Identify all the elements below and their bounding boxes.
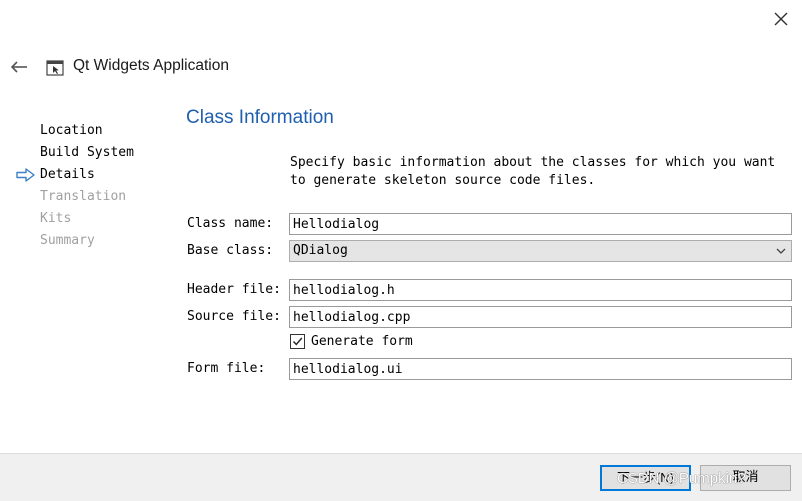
wizard-footer: 下一步(N) 取消	[0, 453, 802, 501]
checkmark-icon	[292, 337, 303, 346]
form-file-input[interactable]	[289, 358, 792, 380]
step-translation: Translation	[14, 186, 174, 208]
step-kits: Kits	[14, 208, 174, 230]
step-details: Details	[14, 164, 174, 186]
base-class-value: QDialog	[293, 243, 348, 258]
arrow-left-icon	[10, 61, 27, 73]
form-file-label: Form file:	[187, 361, 266, 376]
next-button[interactable]: 下一步(N)	[600, 465, 691, 491]
source-file-input[interactable]	[289, 306, 792, 328]
header-file-label: Header file:	[187, 282, 281, 297]
page-title: Class Information	[186, 107, 334, 128]
step-summary: Summary	[14, 230, 174, 252]
close-button[interactable]	[768, 6, 794, 32]
class-name-label: Class name:	[187, 216, 274, 231]
cancel-button[interactable]: 取消	[700, 465, 791, 491]
chevron-down-icon	[776, 248, 786, 254]
source-file-label: Source file:	[187, 309, 281, 324]
step-label: Location	[40, 123, 103, 138]
base-class-label: Base class:	[187, 243, 274, 258]
step-label: Kits	[40, 211, 72, 226]
current-step-arrow-icon	[16, 168, 35, 182]
class-name-input[interactable]	[289, 213, 792, 235]
base-class-select[interactable]: QDialog	[289, 240, 792, 262]
step-label: Build System	[40, 145, 134, 160]
page-description: Specify basic information about the clas…	[290, 155, 776, 188]
close-icon	[774, 12, 788, 26]
header-file-input[interactable]	[289, 279, 792, 301]
wizard-header: Qt Widgets Application	[0, 52, 802, 84]
back-button[interactable]	[9, 59, 29, 75]
generate-form-checkbox[interactable]	[290, 334, 305, 349]
step-build-system: Build System	[14, 142, 174, 164]
step-label: Summary	[40, 233, 95, 248]
step-label: Details	[40, 167, 95, 182]
step-location: Location	[14, 120, 174, 142]
step-label: Translation	[40, 189, 127, 204]
generate-form-label: Generate form	[311, 334, 413, 349]
qt-application-icon	[46, 59, 64, 77]
wizard-steps: Location Build System Details Translatio…	[14, 120, 174, 252]
wizard-title: Qt Widgets Application	[73, 57, 229, 74]
